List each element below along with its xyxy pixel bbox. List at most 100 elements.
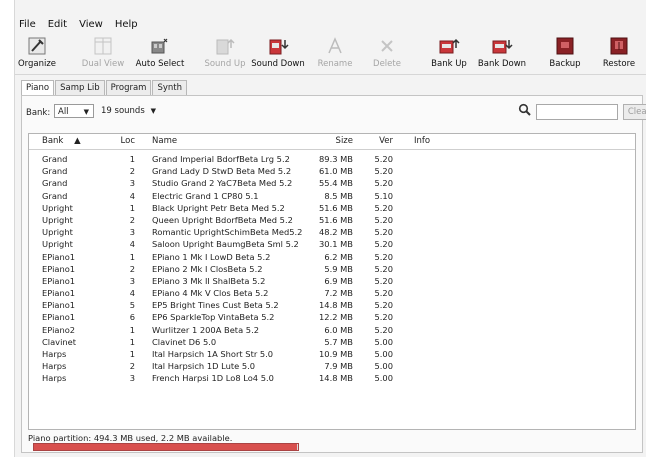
sound-down-icon (267, 36, 289, 56)
delete-icon (376, 36, 398, 56)
row-loc: 3 (129, 275, 135, 286)
row-loc: 1 (129, 336, 135, 347)
menu-help[interactable]: Help (111, 19, 146, 30)
table-row[interactable]: Upright 2 Queen Upright BdorfBeta Med 5.2 5… (29, 213, 635, 225)
row-bank: Upright (42, 227, 73, 238)
column-header-ver[interactable]: Ver (359, 136, 393, 146)
row-ver: 5.20 (374, 275, 393, 286)
row-ver: 5.20 (374, 154, 393, 164)
table-row[interactable]: EPiano1 3 EPiano 3 Mk II ShalBeta 5.2 6.9 M… (29, 274, 635, 286)
row-size: 89.3 MB (319, 154, 353, 164)
row-ver: 5.20 (374, 214, 393, 225)
auto-select-button[interactable]: Auto Select (135, 34, 185, 72)
table-row[interactable]: Upright 1 Black Upright Petr Beta Med 5.2 5… (29, 201, 635, 213)
row-name: EPiano 1 Mk I LowD Beta 5.2 (152, 251, 271, 262)
table-row[interactable]: Grand 2 Grand Lady D StwD Beta Med 5.2 61.0… (29, 164, 635, 176)
row-ver: 5.00 (374, 349, 393, 359)
row-size: 7.2 MB (324, 288, 353, 299)
table-row[interactable]: Harps 1 Ital Harpsich 1A Short Str 5.0 10.9… (29, 347, 635, 359)
row-loc: 2 (129, 263, 135, 274)
delete-button[interactable]: Delete (367, 34, 407, 72)
search-icon (518, 103, 532, 117)
table-row[interactable]: Upright 3 Romantic UprightSchimBeta Med5.2… (29, 225, 635, 237)
row-bank: Grand (42, 190, 68, 201)
toolbar: Organize Dual View Auto Select Sound Up … (15, 32, 646, 75)
column-header-size[interactable]: Size (295, 136, 353, 146)
row-name: French Harpsi 1D Lo8 Lo4 5.0 (152, 373, 274, 384)
menu-edit[interactable]: Edit (44, 19, 75, 30)
row-loc: 1 (129, 349, 135, 359)
backup-button[interactable]: Backup (545, 34, 585, 72)
column-header-name[interactable]: Name (152, 136, 177, 146)
row-name: EPiano 3 Mk II ShalBeta 5.2 (152, 275, 266, 286)
row-ver: 5.20 (374, 288, 393, 299)
row-name: Romantic UprightSchimBeta Med5.2 (152, 227, 303, 238)
table-row[interactable]: EPiano2 1 Wurlitzer 1 200A Beta 5.2 6.0 MB 5… (29, 323, 635, 335)
sound-up-button[interactable]: Sound Up (201, 34, 249, 72)
row-loc: 4 (129, 190, 135, 201)
row-ver: 5.10 (374, 190, 393, 201)
table-row[interactable]: Grand 1 Grand Imperial BdorfBeta Lrg 5.2 89… (29, 152, 635, 164)
row-bank: Grand (42, 154, 68, 164)
menu-file[interactable]: File (15, 19, 44, 30)
sound-list[interactable]: Bank ▲ Loc Name Size Ver Info Grand 1 Gran… (28, 133, 636, 430)
row-loc: 1 (129, 251, 135, 262)
bank-down-icon (491, 36, 513, 56)
table-row[interactable]: Harps 2 Ital Harpsich 1D Lute 5.0 7.9 MB 5.0… (29, 359, 635, 371)
column-header-bank[interactable]: Bank ▲ (42, 136, 81, 146)
row-name: EP6 SparkleTop VintaBeta 5.2 (152, 312, 275, 323)
bank-select[interactable]: All ▼ (54, 104, 94, 118)
table-row[interactable]: Clavinet 1 Clavinet D6 5.0 5.7 MB 5.00 (29, 335, 635, 347)
row-loc: 4 (129, 239, 135, 250)
row-size: 10.9 MB (319, 349, 353, 359)
tab-samp-lib[interactable]: Samp Lib (55, 80, 105, 95)
row-loc: 3 (129, 373, 135, 384)
app-window: File Edit View Help Organize Dual View A… (14, 0, 646, 457)
rename-button[interactable]: Rename (315, 34, 355, 72)
row-size: 6.0 MB (324, 324, 353, 335)
table-row[interactable]: EPiano1 2 EPiano 2 Mk I ClosBeta 5.2 5.9 MB… (29, 262, 635, 274)
auto-select-label: Auto Select (135, 59, 185, 69)
row-ver: 5.20 (374, 312, 393, 323)
bank-select-value: All (58, 107, 69, 117)
sound-down-button[interactable]: Sound Down (251, 34, 305, 72)
row-ver: 5.20 (374, 202, 393, 213)
bank-up-button[interactable]: Bank Up (427, 34, 471, 72)
table-row[interactable]: EPiano1 5 EP5 Bright Tines Cust Beta 5.2 14… (29, 298, 635, 310)
row-size: 6.2 MB (324, 251, 353, 262)
column-header-info[interactable]: Info (414, 136, 430, 146)
menu-bar: File Edit View Help (15, 16, 646, 32)
menu-view[interactable]: View (75, 19, 111, 30)
table-row[interactable]: Grand 4 Electric Grand 1 CP80 5.1 8.5 MB 5.1… (29, 189, 635, 201)
row-bank: Grand (42, 178, 68, 189)
table-row[interactable]: EPiano1 1 EPiano 1 Mk I LowD Beta 5.2 6.2 M… (29, 250, 635, 262)
backup-icon (554, 36, 576, 56)
table-row[interactable]: Harps 3 French Harpsi 1D Lo8 Lo4 5.0 14.8 M… (29, 371, 635, 383)
row-ver: 5.20 (374, 300, 393, 311)
table-row[interactable]: EPiano1 4 EPiano 4 Mk V Clos Beta 5.2 7.2 M… (29, 286, 635, 298)
row-name: Electric Grand 1 CP80 5.1 (152, 190, 259, 201)
row-bank: EPiano1 (42, 312, 76, 323)
row-size: 5.9 MB (324, 263, 353, 274)
column-header-loc[interactable]: Loc (117, 136, 135, 146)
search-input[interactable] (536, 104, 618, 120)
dual-view-button[interactable]: Dual View (81, 34, 125, 72)
row-ver: 5.20 (374, 178, 393, 189)
row-ver: 5.00 (374, 361, 393, 372)
row-ver: 5.20 (374, 324, 393, 335)
bank-down-button[interactable]: Bank Down (477, 34, 527, 72)
tab-program[interactable]: Program (105, 80, 152, 95)
table-row[interactable]: EPiano1 6 EP6 SparkleTop VintaBeta 5.2 12.2… (29, 310, 635, 322)
bank-down-label: Bank Down (477, 59, 527, 69)
table-row[interactable]: Upright 4 Saloon Upright BaumgBeta Sml 5.2… (29, 237, 635, 249)
bank-up-icon (438, 36, 460, 56)
clear-button[interactable]: Clear (623, 104, 646, 120)
row-name: Queen Upright BdorfBeta Med 5.2 (152, 214, 293, 225)
tab-piano[interactable]: Piano (21, 80, 55, 96)
sound-count-select[interactable]: 19 sounds ▼ (98, 104, 160, 118)
row-ver: 5.20 (374, 166, 393, 177)
organize-button[interactable]: Organize (17, 34, 57, 72)
table-row[interactable]: Grand 3 Studio Grand 2 YaC7Beta Med 5.2 55.… (29, 176, 635, 188)
tab-synth[interactable]: Synth (152, 80, 188, 95)
restore-button[interactable]: Restore (599, 34, 639, 72)
